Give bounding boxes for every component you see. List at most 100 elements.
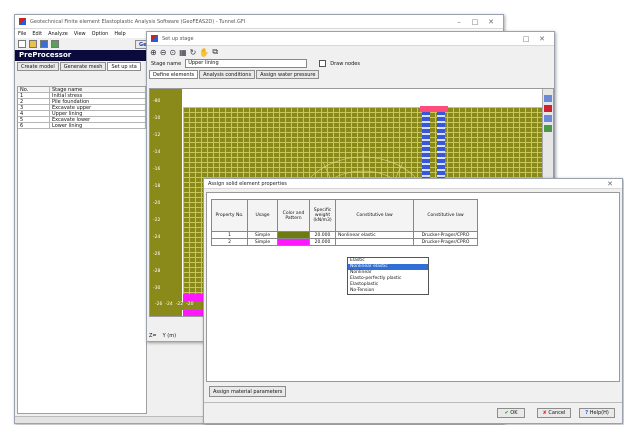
cancel-button[interactable]: ✘ Cancel	[537, 408, 571, 418]
check-icon: ✔	[504, 410, 509, 416]
property-header-cell: Property No.	[212, 200, 248, 232]
zoom-out-icon[interactable]: ⊖	[160, 48, 167, 57]
grid-icon[interactable]	[51, 40, 59, 48]
setup-toolbar: ⊕ ⊖ ⊙ ▦ ↻ ✋ ⧉	[147, 46, 554, 58]
menu-edit[interactable]: Edit	[32, 31, 42, 37]
app-icon	[19, 18, 26, 25]
y-tick-label: -28	[153, 269, 161, 274]
setup-tabs: Define elements Analysis conditions Assi…	[147, 69, 554, 80]
color-swatch[interactable]	[278, 232, 310, 239]
dialog-titlebar: Assign solid element properties ✕	[204, 179, 622, 189]
stage-name: Lower lining	[50, 123, 146, 129]
setup-app-icon	[151, 35, 158, 42]
property-row[interactable]: 1 Simple 20.000 Nonlinear elastic Drucker-Pr…	[211, 232, 478, 239]
assign-properties-dialog: Assign solid element properties ✕ Proper…	[203, 178, 623, 424]
setup-titlebar: Set up stage □ ✕	[147, 32, 554, 46]
property-header-cell: Constitutive law	[336, 200, 414, 232]
stage-rows: 1 Initial stress 2 Pile foundation 3 Excav…	[18, 93, 146, 129]
property-law[interactable]	[336, 239, 414, 246]
y-tick-label: -10	[153, 116, 161, 121]
property-table-header: Property No. Usage Color and Pattern Specif…	[211, 199, 478, 232]
dialog-close-icon[interactable]: ✕	[602, 180, 618, 188]
constitutive-law-dropdown[interactable]: Elastic Nonlinear elastic Nonlinear Elasto-…	[347, 257, 429, 295]
x-tick-label: -24	[165, 302, 173, 307]
ok-label: OK	[510, 410, 518, 416]
tool-icon-1[interactable]	[544, 95, 552, 102]
footer-y: Y (m)	[162, 333, 177, 339]
tab-assign-water-pressure[interactable]: Assign water pressure	[256, 70, 320, 79]
zoom-in-icon[interactable]: ⊕	[150, 48, 157, 57]
tab-generate-mesh[interactable]: Generate mesh	[59, 62, 107, 71]
draw-nodes-label: Draw nodes	[330, 60, 360, 67]
color-swatch[interactable]	[278, 239, 310, 246]
help-icon: ?	[585, 410, 589, 416]
setup-footer: Z= Y (m)	[149, 333, 176, 339]
stage-name-row: Stage name Upper lining Draw nodes	[147, 58, 554, 69]
help-label: Help(H)	[589, 410, 609, 416]
property-no: 1	[212, 232, 248, 239]
property-law2: Drucker-Prager/CPRO	[414, 232, 478, 239]
draw-nodes-checkbox[interactable]	[319, 60, 327, 67]
preprocessor-header: PreProcessor	[15, 50, 147, 61]
ok-button[interactable]: ✔ OK	[497, 408, 525, 418]
setup-close-icon[interactable]: ✕	[534, 35, 550, 43]
rotate-icon[interactable]: ↻	[190, 48, 197, 57]
menu-view[interactable]: View	[74, 31, 86, 37]
tab-analysis-conditions[interactable]: Analysis conditions	[199, 70, 256, 79]
copy-icon[interactable]: ⧉	[212, 47, 218, 57]
stage-table: No. Stage name 1 Initial stress 2 Pile fo…	[17, 86, 147, 414]
y-tick-label: -18	[153, 184, 161, 189]
x-tick-label: -20	[186, 302, 194, 307]
tool-icon-2[interactable]	[544, 105, 552, 112]
menu-file[interactable]: File	[18, 31, 26, 37]
tab-set-up-stage[interactable]: Set up sta	[107, 62, 141, 71]
property-header-cell: Color and Pattern	[278, 200, 310, 232]
property-usage: Simple	[248, 239, 278, 246]
x-tick-label: -26	[155, 302, 163, 307]
footer-z: Z=	[149, 333, 157, 339]
property-row[interactable]: 2 Simple 20.000 Drucker-Prager/CPRO	[211, 239, 478, 246]
property-law[interactable]: Nonlinear elastic	[336, 232, 414, 239]
hand-icon[interactable]: ✋	[199, 48, 209, 57]
tool-icon-3[interactable]	[544, 115, 552, 122]
minimize-icon[interactable]: –	[451, 18, 467, 26]
dropdown-option[interactable]: No-Tension	[348, 288, 428, 294]
property-header-cell: Constitutive law	[414, 200, 478, 232]
y-tick-label: -12	[153, 133, 161, 138]
menu-option[interactable]: Option	[92, 31, 109, 37]
main-tabs: Create model Generate mesh Set up sta	[15, 61, 147, 72]
grid-toggle-icon[interactable]: ▦	[179, 48, 187, 57]
preprocessor-title: PreProcessor	[19, 51, 72, 59]
property-header-cell: Usage	[248, 200, 278, 232]
tab-create-model[interactable]: Create model	[17, 62, 59, 71]
zoom-fit-icon[interactable]: ⊙	[169, 48, 176, 57]
stage-name-input[interactable]: Upper lining	[185, 59, 308, 68]
main-title: Geotechnical Finite element Elastoplasti…	[30, 18, 246, 25]
save-icon[interactable]	[40, 40, 48, 48]
setup-title: Set up stage	[162, 35, 194, 42]
setup-maximize-icon[interactable]: □	[518, 35, 534, 43]
tab-define-elements[interactable]: Define elements	[149, 70, 199, 79]
maximize-icon[interactable]: □	[467, 18, 483, 26]
menu-help[interactable]: Help	[114, 31, 125, 37]
y-tick-label: -26	[153, 252, 161, 257]
y-tick-label: -22	[153, 218, 161, 223]
property-weight: 20.000	[310, 232, 336, 239]
stage-row[interactable]: 6 Lower lining	[18, 123, 146, 129]
assign-material-parameters-button[interactable]: Assign material parameters	[209, 386, 287, 397]
dialog-title: Assign solid element properties	[208, 180, 287, 187]
property-law2: Drucker-Prager/CPRO	[414, 239, 478, 246]
property-weight: 20.000	[310, 239, 336, 246]
menu-analyze[interactable]: Analyze	[48, 31, 68, 37]
tool-icon-4[interactable]	[544, 125, 552, 132]
close-icon[interactable]: ✕	[483, 18, 499, 26]
pile-cap	[420, 106, 448, 112]
y-axis-labels: -80 -10 -12 -14 -16 -18 -20 -22 -24 -26 -28 -30	[150, 89, 182, 316]
y-tick-label: -16	[153, 167, 161, 172]
y-tick-label: -14	[153, 150, 161, 155]
cancel-label: Cancel	[548, 410, 566, 416]
property-no: 2	[212, 239, 248, 246]
open-folder-icon[interactable]	[29, 40, 37, 48]
help-button[interactable]: ? Help(H)	[579, 408, 615, 418]
new-file-icon[interactable]	[18, 40, 26, 48]
